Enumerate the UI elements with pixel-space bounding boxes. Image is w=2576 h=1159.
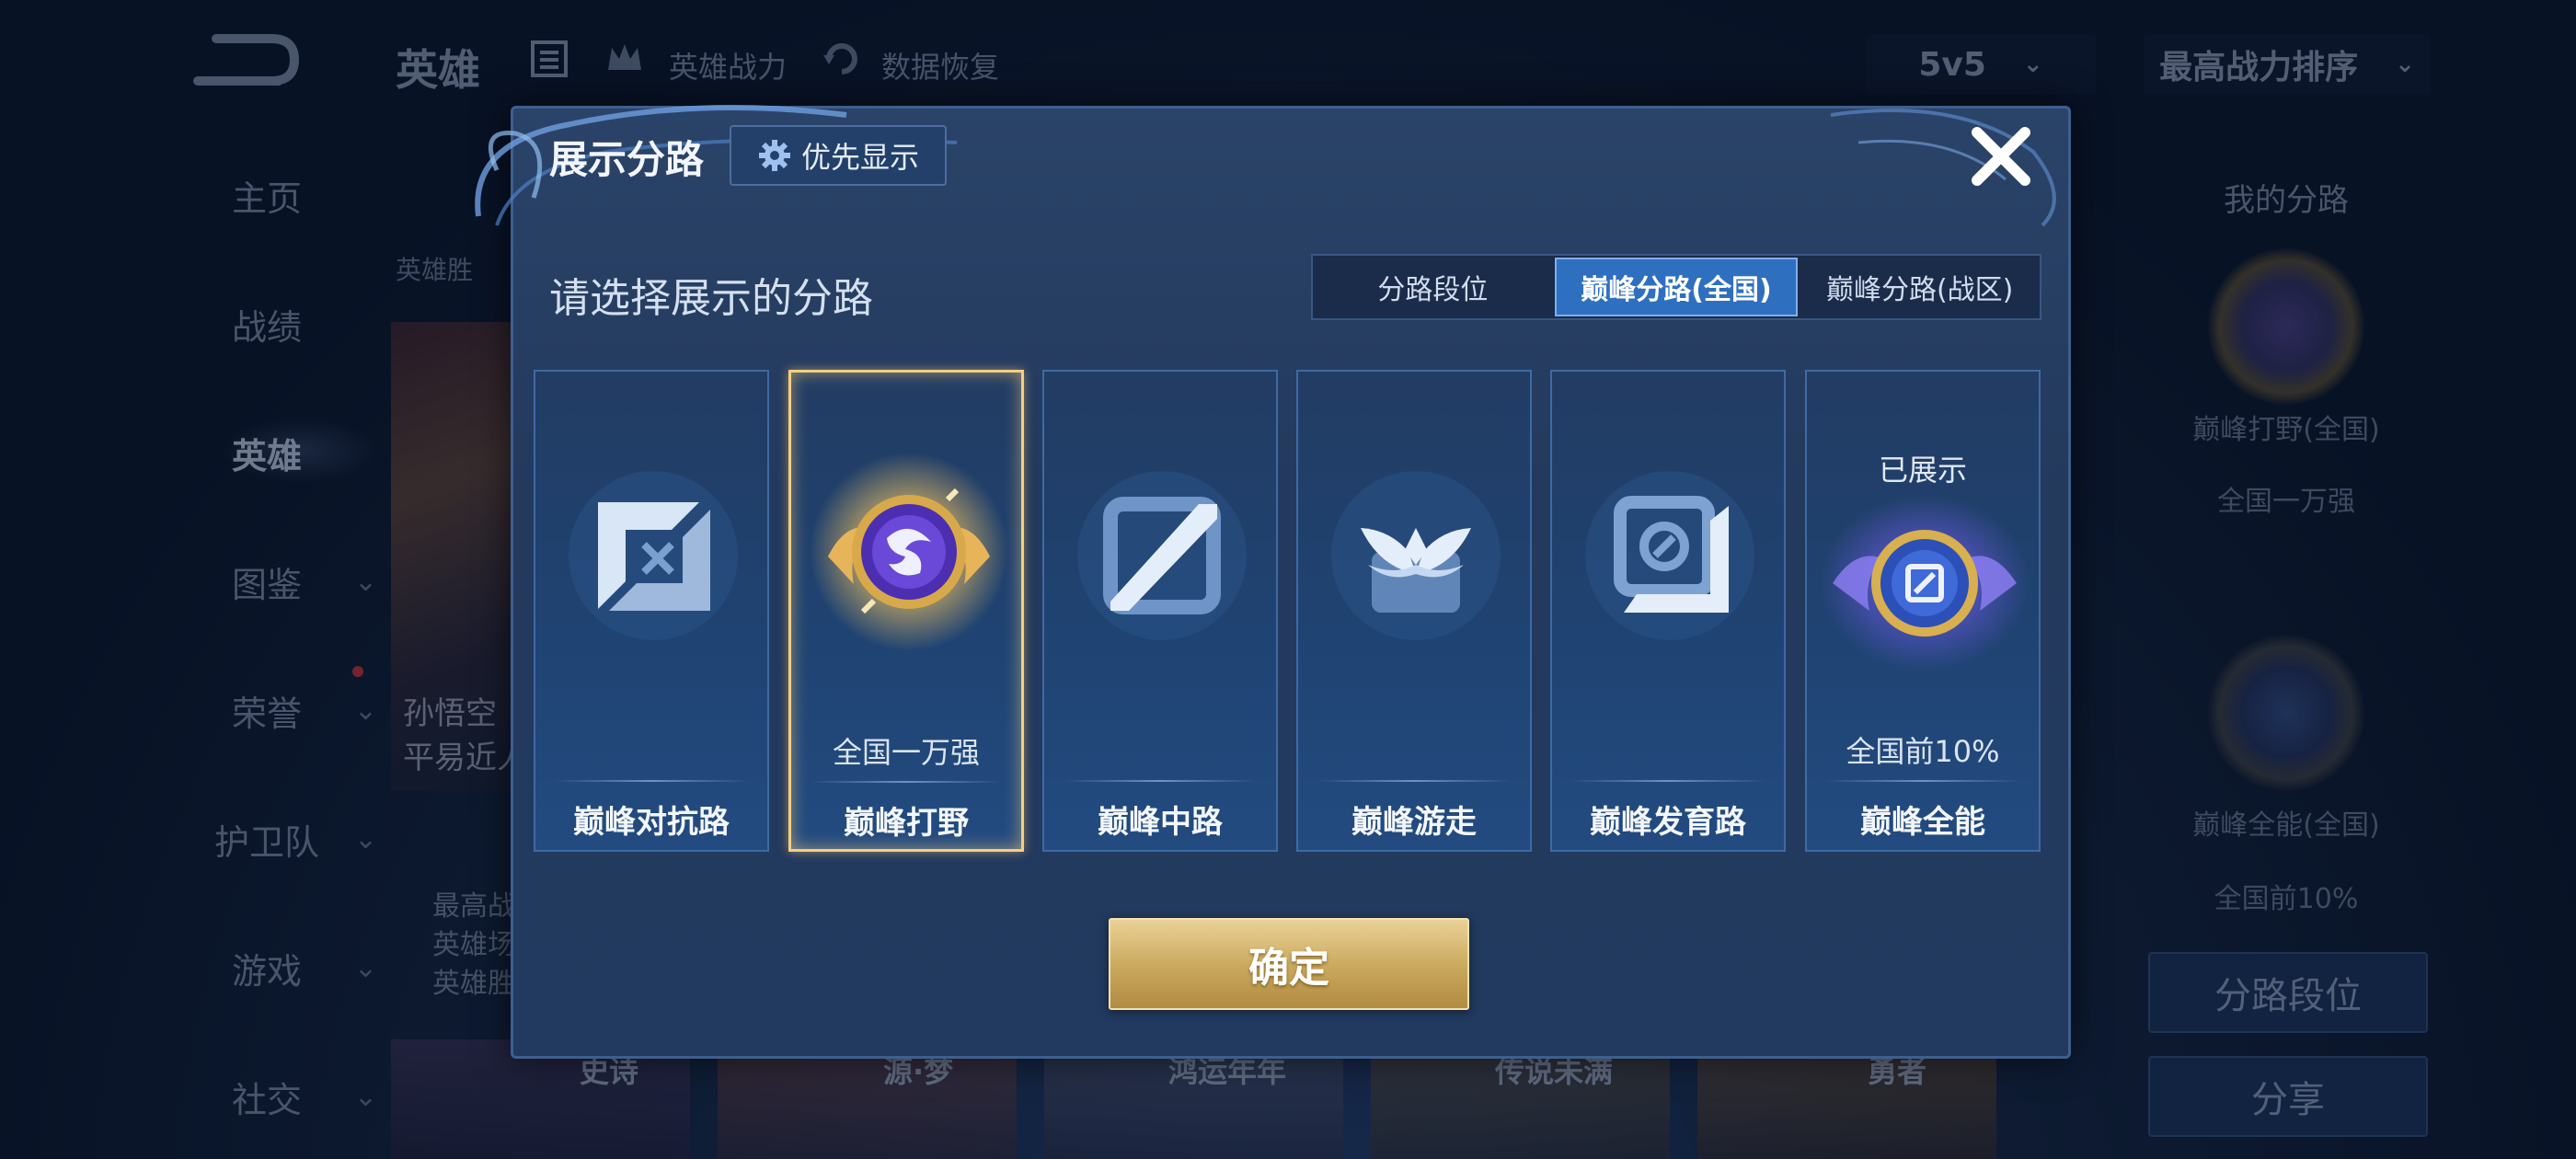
priority-display-button[interactable]: 优先显示 <box>730 125 947 186</box>
lane-card-jungle[interactable]: 全国一万强 巅峰打野 <box>788 370 1024 852</box>
lane-name: 巅峰全能 <box>1860 804 1985 841</box>
jungle-emblem-icon <box>810 453 1008 651</box>
dialog-subtitle: 请选择展示的分路 <box>549 275 873 322</box>
tab-lane-rank[interactable]: 分路段位 <box>1313 256 1553 318</box>
all-round-emblem-icon <box>1820 495 2030 671</box>
lane-name: 巅峰打野 <box>844 805 969 842</box>
lane-name: 巅峰发育路 <box>1590 804 1746 841</box>
lane-rank: 全国前10% <box>1846 734 2000 769</box>
lane-card-mid[interactable]: 巅峰中路 <box>1042 370 1278 852</box>
confirm-button[interactable]: 确定 <box>1109 918 1469 1010</box>
card-divider <box>1317 780 1512 782</box>
close-icon[interactable] <box>1964 120 2038 193</box>
card-divider <box>554 780 749 782</box>
card-divider <box>1825 780 2020 782</box>
lane-card-clash[interactable]: 巅峰对抗路 <box>534 370 769 852</box>
lane-card-all-round[interactable]: 已展示 全国前10% 巅峰全能 <box>1805 370 2041 852</box>
mid-lane-icon <box>1077 471 1247 640</box>
roam-icon <box>1331 471 1501 640</box>
farm-lane-icon <box>1585 471 1754 640</box>
clash-lane-icon <box>569 471 738 640</box>
lane-name: 巅峰中路 <box>1098 804 1223 841</box>
lane-tabs: 分路段位 巅峰分路(全国) 巅峰分路(战区) <box>1311 254 2041 320</box>
lane-name: 巅峰对抗路 <box>573 804 730 841</box>
dialog-title: 展示分路 <box>549 137 705 182</box>
tab-peak-national[interactable]: 巅峰分路(全国) <box>1554 258 1799 316</box>
card-divider <box>1570 780 1765 782</box>
lane-rank: 全国一万强 <box>832 735 980 770</box>
tab-peak-region[interactable]: 巅峰分路(战区) <box>1800 256 2040 318</box>
priority-display-label: 优先显示 <box>800 140 919 175</box>
card-divider <box>1063 780 1258 782</box>
gear-icon <box>758 140 790 171</box>
lane-name: 巅峰游走 <box>1351 804 1477 841</box>
lane-card-farm[interactable]: 巅峰发育路 <box>1550 370 1786 852</box>
displayed-badge: 已展示 <box>1878 453 1967 488</box>
lane-card-roam[interactable]: 巅峰游走 <box>1296 370 1532 852</box>
card-divider <box>810 781 1003 783</box>
